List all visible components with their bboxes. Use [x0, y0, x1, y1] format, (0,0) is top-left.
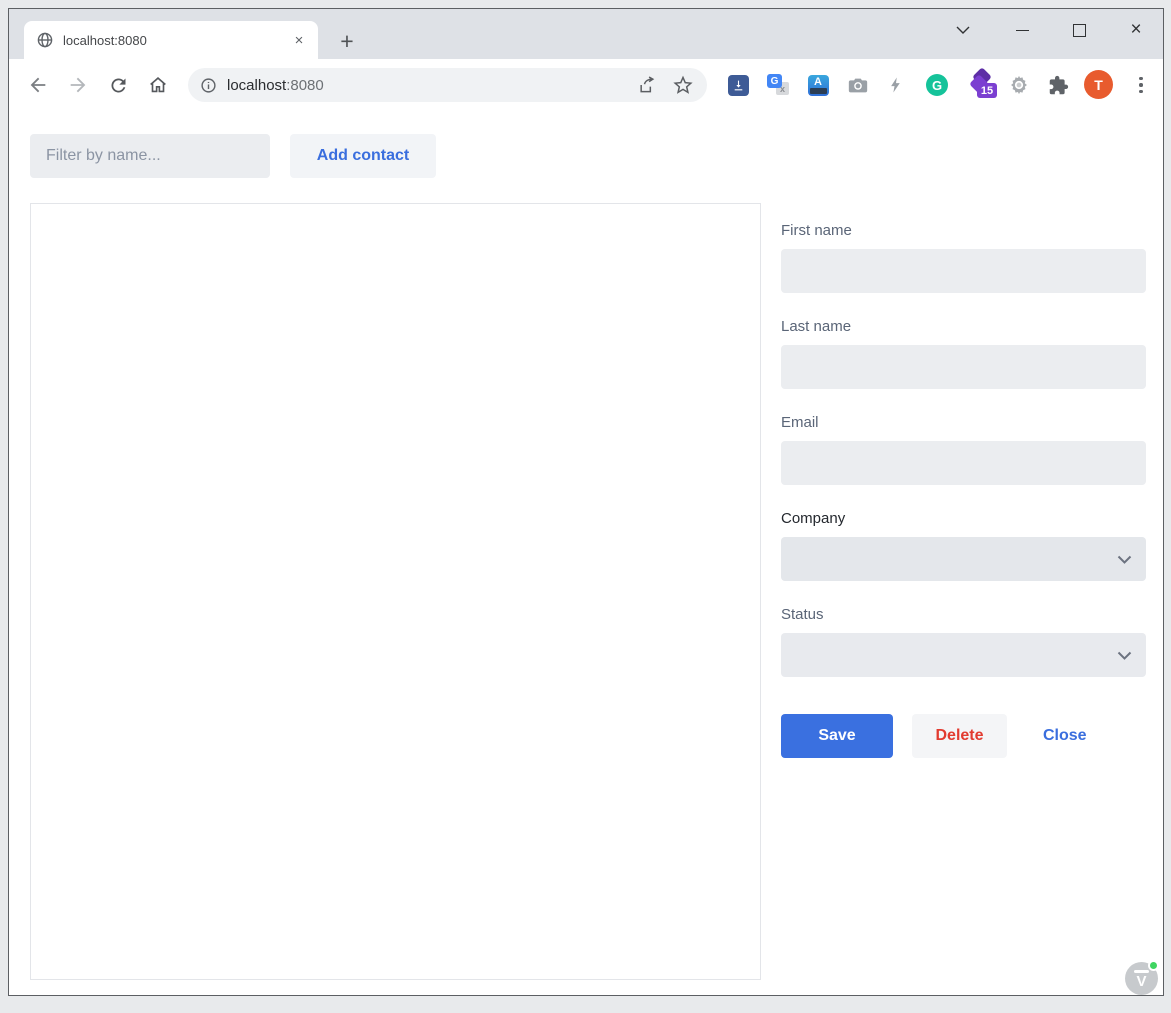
lightning-extension-icon	[887, 74, 905, 96]
save-button[interactable]: Save	[781, 714, 893, 758]
page-info-icon[interactable]	[200, 77, 217, 94]
forward-icon	[67, 74, 89, 96]
home-icon	[147, 74, 169, 96]
browser-toolbar: localhost:8080 x G A	[9, 59, 1163, 112]
last-name-field[interactable]	[781, 345, 1146, 389]
input-tool-extension-icon: A	[808, 75, 829, 96]
app-page: Add contact First name Last name Email C…	[9, 111, 1163, 995]
add-contact-button[interactable]: Add contact	[290, 134, 436, 178]
reload-icon	[108, 75, 129, 96]
url-text[interactable]: localhost:8080	[227, 77, 637, 94]
address-bar[interactable]: localhost:8080	[188, 68, 707, 102]
home-button[interactable]	[147, 74, 169, 96]
window-close-button[interactable]: ×	[1116, 13, 1156, 47]
grammarly-extension-button[interactable]: G	[925, 73, 949, 97]
tab-title: localhost:8080	[63, 33, 286, 48]
gear-extension-button[interactable]	[1007, 73, 1031, 97]
first-name-field[interactable]	[781, 249, 1146, 293]
input-tool-extension-button[interactable]: A	[806, 73, 830, 97]
download-extension-button[interactable]	[726, 73, 750, 97]
gear-extension-icon	[1008, 74, 1030, 96]
grammarly-extension-icon: G	[926, 74, 948, 96]
maximize-icon	[1073, 24, 1086, 37]
wappalyzer-extension-button[interactable]: 15	[970, 73, 994, 97]
tab-search-button[interactable]	[943, 13, 983, 47]
url-host: localhost	[227, 77, 286, 94]
contact-form: First name Last name Email Company Statu…	[781, 222, 1146, 758]
share-icon[interactable]	[637, 75, 657, 95]
status-label: Status	[781, 606, 1146, 626]
first-name-label: First name	[781, 222, 1146, 242]
last-name-label: Last name	[781, 318, 1146, 338]
status-select[interactable]	[781, 633, 1146, 677]
contacts-grid[interactable]	[30, 203, 761, 980]
browser-menu-button[interactable]	[1135, 74, 1147, 96]
vaadin-devtools-icon	[1134, 970, 1149, 973]
forward-button[interactable]	[67, 74, 89, 96]
tab-localhost[interactable]: localhost:8080 ×	[24, 21, 318, 59]
wappalyzer-extension-icon: 15	[970, 72, 994, 98]
tab-globe-icon	[37, 32, 53, 48]
tab-strip: localhost:8080 × + ×	[9, 9, 1163, 59]
new-tab-button[interactable]: +	[332, 26, 362, 56]
company-select[interactable]	[781, 537, 1146, 581]
select-chevron-icon	[1117, 555, 1132, 564]
minimize-button[interactable]	[1002, 13, 1042, 47]
download-extension-icon	[728, 75, 749, 96]
email-label: Email	[781, 414, 1146, 434]
company-label: Company	[781, 510, 1146, 530]
email-field[interactable]	[781, 441, 1146, 485]
devtools-status-dot	[1148, 960, 1159, 971]
extensions-puzzle-button[interactable]	[1046, 73, 1070, 97]
select-chevron-icon	[1117, 651, 1132, 660]
new-tab-icon: +	[340, 28, 353, 55]
menu-dots-icon	[1139, 77, 1143, 81]
lightning-extension-button[interactable]	[884, 73, 908, 97]
delete-button[interactable]: Delete	[912, 714, 1007, 758]
vaadin-devtools-button[interactable]: V	[1125, 962, 1158, 995]
bookmark-star-icon[interactable]	[673, 75, 693, 95]
close-button[interactable]: Close	[1035, 714, 1095, 758]
extensions-puzzle-icon	[1048, 75, 1069, 96]
minimize-icon	[1016, 30, 1029, 31]
browser-window: localhost:8080 × + ×	[8, 8, 1164, 996]
window-close-icon: ×	[1130, 19, 1141, 41]
screenshot-canvas: localhost:8080 × + ×	[0, 0, 1171, 1013]
camera-extension-icon	[847, 74, 869, 96]
profile-avatar[interactable]: T	[1084, 70, 1113, 99]
translate-extension-button[interactable]: x G	[766, 73, 790, 97]
translate-extension-icon: x G	[767, 74, 789, 96]
reload-button[interactable]	[107, 74, 129, 96]
filter-by-name-input[interactable]	[30, 134, 270, 178]
tab-search-chevron-icon	[956, 26, 970, 34]
form-buttons-row: Save Delete Close	[781, 714, 1146, 758]
back-button[interactable]	[27, 74, 49, 96]
url-port: :8080	[286, 77, 324, 94]
maximize-button[interactable]	[1059, 13, 1099, 47]
camera-extension-button[interactable]	[846, 73, 870, 97]
back-icon	[27, 74, 49, 96]
tab-close-icon[interactable]: ×	[286, 27, 312, 53]
